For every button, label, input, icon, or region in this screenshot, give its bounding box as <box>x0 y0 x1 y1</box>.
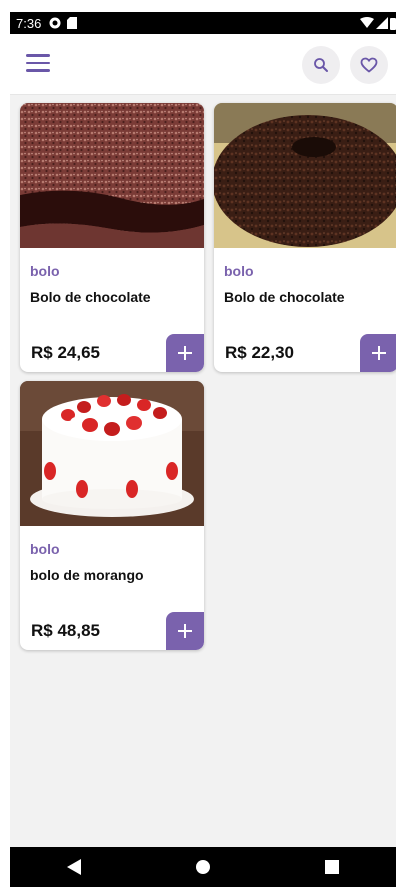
product-card[interactable]: bolo Bolo de chocolate R$ 22,30 <box>214 103 396 372</box>
product-price: R$ 22,30 <box>225 343 294 362</box>
add-to-cart-button[interactable] <box>166 612 204 650</box>
wifi-icon <box>360 17 374 28</box>
notification-icon <box>49 17 61 29</box>
product-image-chocolate-cake <box>20 103 204 248</box>
product-image-chocolate-bundt-cake <box>214 103 396 248</box>
signal-icon <box>376 17 388 29</box>
app-bar <box>10 34 396 95</box>
product-name: Bolo de chocolate <box>30 289 151 305</box>
product-category: bolo <box>30 541 60 557</box>
product-name: bolo de morango <box>30 567 144 583</box>
product-card[interactable]: bolo Bolo de chocolate R$ 24,65 <box>20 103 204 372</box>
product-card[interactable]: bolo bolo de morango R$ 48,85 <box>20 381 204 650</box>
plus-icon <box>178 624 192 638</box>
status-bar: 7:36 <box>10 12 396 34</box>
sd-card-icon <box>67 17 78 29</box>
product-category: bolo <box>30 263 60 279</box>
battery-icon <box>390 17 396 30</box>
product-image-strawberry-cake <box>20 381 204 526</box>
heart-icon <box>360 57 378 73</box>
product-grid: bolo Bolo de chocolate R$ 24,65 bolo Bol… <box>10 95 396 847</box>
recents-square-icon[interactable] <box>325 860 339 874</box>
hamburger-menu-icon[interactable] <box>26 54 50 74</box>
status-time: 7:36 <box>16 15 42 31</box>
system-nav-bar <box>10 847 396 887</box>
add-to-cart-button[interactable] <box>360 334 396 372</box>
product-name: Bolo de chocolate <box>224 289 345 305</box>
add-to-cart-button[interactable] <box>166 334 204 372</box>
search-button[interactable] <box>302 46 340 84</box>
back-triangle-icon[interactable] <box>67 859 81 875</box>
product-price: R$ 48,85 <box>31 621 100 640</box>
favorites-button[interactable] <box>350 46 388 84</box>
plus-icon <box>178 346 192 360</box>
search-icon <box>314 58 328 72</box>
product-category: bolo <box>224 263 254 279</box>
product-price: R$ 24,65 <box>31 343 100 362</box>
plus-icon <box>372 346 386 360</box>
home-circle-icon[interactable] <box>195 859 211 875</box>
